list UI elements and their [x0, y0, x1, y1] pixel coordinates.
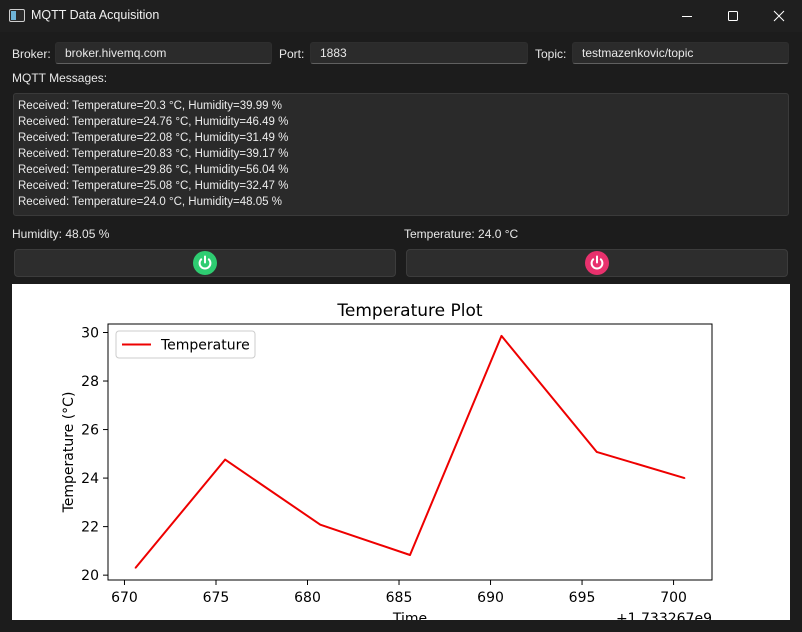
temperature-plot: Temperature Plot 20 22 24 26 28 30 670 675 680 685… [12, 284, 790, 620]
temperature-data-point [134, 567, 137, 569]
message-line: Received: Temperature=20.3 °C, Humidity=… [18, 100, 282, 112]
messages-label: MQTT Messages: [12, 71, 108, 85]
chart-svg: Temperature Plot 20 22 24 26 28 30 670 675 680 685… [61, 301, 713, 620]
window-title: MQTT Data Acquisition [31, 8, 160, 22]
x-offset-label: +1.733267e9 [616, 611, 712, 620]
y-tick-label: 26 [81, 423, 99, 439]
minimize-icon [682, 16, 692, 17]
broker-label: Broker: [12, 47, 51, 61]
x-tick-label: 690 [477, 590, 504, 606]
temperature-data-point [319, 523, 322, 526]
temperature-data-point [595, 451, 598, 453]
temperature-data-point [409, 554, 411, 556]
y-tick-label: 28 [81, 374, 99, 390]
y-axis-label: Temperature (°C) [61, 392, 77, 514]
temperature-data-point [500, 335, 503, 337]
x-axis-label: Time [392, 611, 427, 620]
messages-log[interactable]: Received: Temperature=20.3 °C, Humidity=… [13, 93, 789, 216]
x-tick-label: 670 [111, 590, 138, 606]
close-icon [773, 10, 785, 22]
port-input[interactable] [310, 42, 528, 64]
temperature-series-line [134, 334, 685, 569]
plot-frame [107, 323, 713, 581]
y-tick-label: 22 [81, 520, 99, 536]
message-line: Received: Temperature=25.08 °C, Humidity… [18, 180, 289, 192]
y-tick-label: 20 [81, 568, 99, 584]
power-off-icon [585, 251, 609, 275]
minimize-button[interactable] [664, 0, 710, 32]
disconnect-button[interactable] [406, 249, 788, 277]
topic-input[interactable] [572, 42, 789, 64]
broker-input[interactable] [55, 42, 272, 64]
message-line: Received: Temperature=24.76 °C, Humidity… [18, 116, 289, 128]
message-line: Received: Temperature=24.0 °C, Humidity=… [18, 196, 282, 208]
maximize-button[interactable] [710, 0, 756, 32]
message-line: Received: Temperature=22.08 °C, Humidity… [18, 132, 289, 144]
port-label: Port: [279, 47, 305, 61]
x-tick-label: 680 [294, 590, 321, 606]
temperature-data-point [224, 458, 226, 461]
chart-title: Temperature Plot [336, 301, 482, 321]
temperature-reading: Temperature: 24.0 °C [404, 227, 519, 241]
power-on-icon [193, 251, 217, 275]
x-tick-label: 700 [660, 590, 687, 606]
topic-label: Topic: [535, 47, 567, 61]
temperature-data-point [683, 477, 686, 479]
connect-button[interactable] [14, 249, 396, 277]
message-line: Received: Temperature=29.86 °C, Humidity… [18, 164, 289, 176]
legend-label: Temperature [160, 338, 250, 354]
humidity-reading: Humidity: 48.05 % [12, 227, 110, 241]
x-tick-label: 695 [569, 590, 596, 606]
message-line: Received: Temperature=20.83 °C, Humidity… [18, 148, 289, 160]
y-tick-label: 30 [81, 325, 99, 341]
x-tick-label: 685 [386, 590, 413, 606]
app-icon [9, 9, 25, 22]
y-tick-label: 24 [81, 471, 99, 487]
title-bar: MQTT Data Acquisition [0, 0, 802, 32]
maximize-icon [728, 11, 738, 21]
x-tick-label: 675 [203, 590, 230, 606]
close-button[interactable] [756, 0, 802, 32]
